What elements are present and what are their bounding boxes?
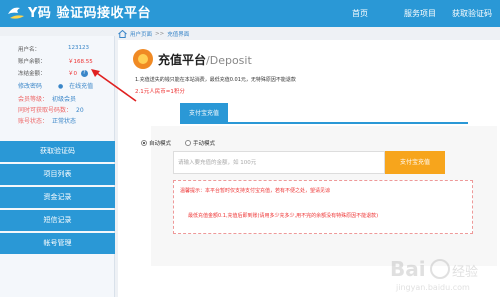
- balance-label: 账户余额：: [18, 59, 46, 65]
- balance-row: 账户余额： ￥168.55: [18, 57, 93, 65]
- member-level-label: 会员等级：: [18, 96, 49, 103]
- change-password-link[interactable]: 修改密码: [18, 83, 42, 90]
- home-icon: [118, 30, 127, 38]
- concurrent-value: 20: [76, 107, 84, 114]
- radio-auto-label: 自动模式: [149, 141, 172, 147]
- username-label: 用户名：: [18, 47, 41, 53]
- frozen-value-wrap: ￥0 ?: [68, 69, 88, 77]
- menu-get-code[interactable]: 获取验证码: [0, 141, 115, 162]
- menu-fund-records[interactable]: 资金记录: [0, 187, 115, 208]
- status-value: 正常状态: [52, 118, 77, 125]
- menu-account-manage[interactable]: 帐号管理: [0, 233, 115, 254]
- username-value: 123123: [68, 45, 89, 51]
- concurrent-label: 同时可获取号码数：: [18, 107, 73, 114]
- mode-radio-group: 自动模式 手动模式: [141, 139, 229, 147]
- radio-auto-mode[interactable]: 自动模式: [141, 139, 171, 147]
- frozen-value: ￥0: [68, 71, 77, 77]
- radio-unchecked-icon: [185, 140, 192, 146]
- username-row: 用户名： 123123: [18, 45, 89, 53]
- svg-text:经验: 经验: [452, 264, 478, 280]
- logo-icon: [8, 7, 24, 19]
- radio-manual-mode[interactable]: 手动模式: [185, 139, 215, 147]
- deposit-note-1: 1.充值送失的钱只能在本站消费，最低充值0.01元，无特殊原因不能退款: [135, 77, 296, 83]
- sidebar-menu: 获取验证码 项目列表 资金记录 短信记录 帐号管理: [0, 141, 115, 256]
- account-links: 修改密码 ● 在线充值: [18, 81, 93, 90]
- payment-tabs: 支付宝充值: [180, 103, 468, 124]
- nav-services[interactable]: 服务项目: [396, 0, 444, 27]
- nav-home[interactable]: 首页: [344, 0, 376, 27]
- warning-text-1: 温馨提示：本平台暂时仅支持支付宝充值，若有不便之处，望请见谅: [180, 188, 331, 194]
- page-title-cn: 充值平台: [158, 53, 207, 67]
- page-title: 充值平台/Deposit: [158, 51, 252, 68]
- frozen-row: 冻结金额： ￥0 ?: [18, 69, 88, 77]
- main-nav: 首页 服务项目 获取验证码: [344, 0, 500, 27]
- page-title-en: /Deposit: [206, 54, 252, 67]
- page: Y码 验证码接收平台 首页 服务项目 获取验证码 用户页面 >> 充值界面 用户…: [0, 0, 500, 297]
- menu-sms-records[interactable]: 短信记录: [0, 210, 115, 231]
- radio-checked-icon: [141, 140, 147, 146]
- top-navbar: Y码 验证码接收平台 首页 服务项目 获取验证码: [0, 0, 500, 27]
- concurrent-row: 同时可获取号码数： 20: [18, 105, 84, 114]
- menu-project-list[interactable]: 项目列表: [0, 164, 115, 185]
- status-label: 账号状态：: [18, 118, 49, 125]
- amount-input[interactable]: [173, 151, 385, 174]
- recharge-link[interactable]: 在线充值: [69, 83, 93, 90]
- member-level-row: 会员等级： 初级会员: [18, 94, 76, 103]
- help-icon[interactable]: ?: [80, 70, 88, 77]
- recharge-icon: ●: [57, 83, 64, 90]
- deposit-note-2: 2.1元人民币=1积分: [135, 89, 185, 95]
- baidu-jingyan-watermark: Bai 经验 jingyan.baidu.com: [390, 257, 478, 292]
- svg-text:jingyan.baidu.com: jingyan.baidu.com: [395, 283, 470, 292]
- alipay-pay-button[interactable]: 支付宝充值: [385, 151, 445, 174]
- radio-manual-label: 手动模式: [193, 141, 216, 147]
- site-logo-text: Y码 验证码接收平台: [28, 6, 151, 21]
- coin-icon: [133, 49, 153, 69]
- member-level-value: 初级会员: [52, 96, 77, 103]
- frozen-label: 冻结金额：: [18, 71, 46, 77]
- breadcrumb-separator: >>: [155, 31, 165, 37]
- status-row: 账号状态： 正常状态: [18, 116, 76, 125]
- warning-text-2: 最低充值金额0.1,充值后即到账(请用多少充多少,用不完的余额没有特殊原因不能退…: [188, 213, 379, 219]
- svg-text:Bai: Bai: [390, 257, 426, 281]
- balance-value: ￥168.55: [68, 59, 93, 65]
- breadcrumb-current: 充值界面: [167, 32, 190, 38]
- nav-get-code[interactable]: 获取验证码: [444, 0, 500, 27]
- breadcrumb: 用户页面 >> 充值界面: [118, 28, 189, 40]
- tab-alipay[interactable]: 支付宝充值: [180, 103, 228, 124]
- breadcrumb-home[interactable]: 用户页面: [130, 30, 152, 38]
